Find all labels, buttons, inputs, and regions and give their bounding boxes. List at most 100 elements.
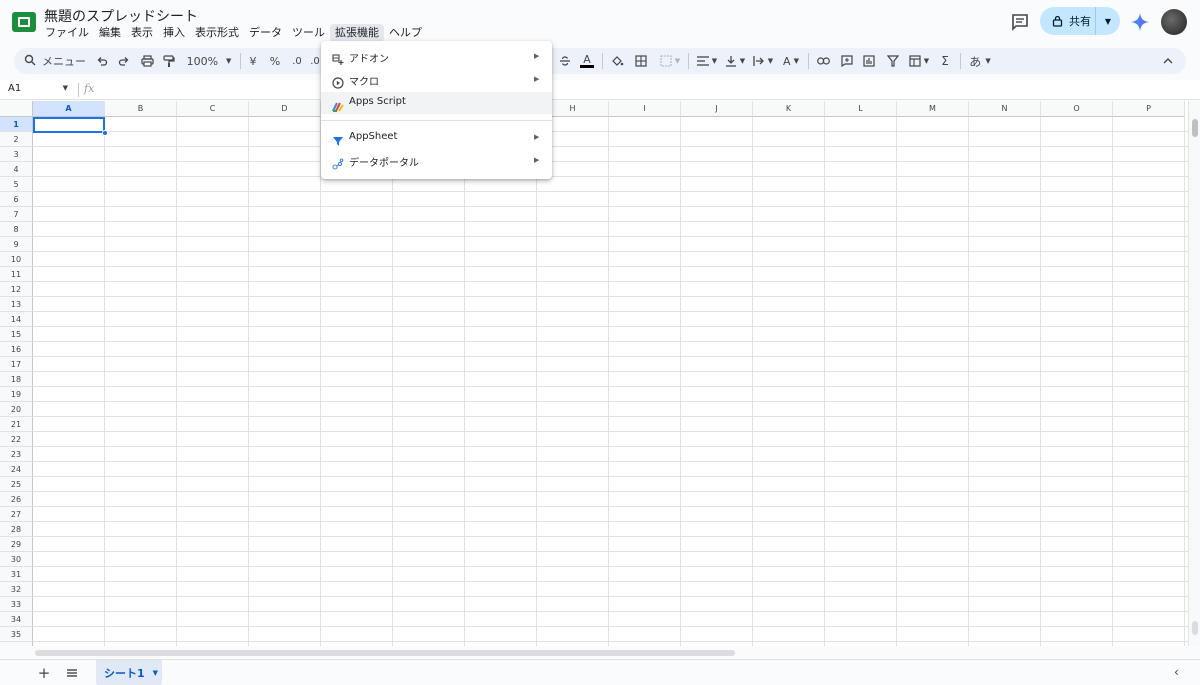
collapse-toolbar-icon[interactable] — [1160, 48, 1176, 74]
insert-link-icon[interactable] — [814, 48, 832, 74]
row-header[interactable]: 12 — [0, 282, 33, 297]
avatar[interactable] — [1161, 9, 1187, 35]
row-header[interactable]: 10 — [0, 252, 33, 267]
sheet-tab-caret-icon[interactable]: ▼ — [153, 669, 158, 677]
menu-extensions[interactable]: 拡張機能 — [330, 24, 384, 42]
row-header[interactable]: 34 — [0, 612, 33, 627]
strikethrough-icon[interactable] — [556, 48, 574, 74]
comment-history-icon[interactable] — [1008, 10, 1032, 34]
row-header[interactable]: 16 — [0, 342, 33, 357]
row-header[interactable]: 32 — [0, 582, 33, 597]
menu-view[interactable]: 表示 — [126, 24, 158, 42]
column-header[interactable]: K — [753, 101, 825, 117]
share-dropdown-icon[interactable]: ▼ — [1096, 17, 1120, 26]
input-tools-button[interactable]: あ ▼ — [966, 48, 994, 74]
sheet-tab[interactable]: シート1 ▼ — [96, 660, 162, 685]
row-header[interactable]: 5 — [0, 177, 33, 192]
search-menus-button[interactable]: メニュー — [20, 48, 90, 74]
filter-icon[interactable] — [884, 48, 902, 74]
gemini-icon[interactable] — [1130, 12, 1150, 32]
row-header[interactable]: 6 — [0, 192, 33, 207]
all-sheets-icon[interactable] — [64, 665, 80, 681]
row-header[interactable]: 7 — [0, 207, 33, 222]
collapse-side-panel-icon[interactable]: ‹ — [1174, 665, 1179, 679]
row-header[interactable]: 33 — [0, 597, 33, 612]
text-color-icon[interactable]: A — [578, 48, 596, 74]
row-header[interactable]: 23 — [0, 447, 33, 462]
vertical-align-icon[interactable]: ▼ — [722, 48, 748, 74]
menu-item-addons[interactable]: アドオン ▶ — [321, 46, 552, 68]
horizontal-align-icon[interactable]: ▼ — [694, 48, 720, 74]
menu-item-macros[interactable]: マクロ ▶ — [321, 69, 552, 91]
column-header[interactable]: A — [33, 101, 105, 117]
row-header[interactable]: 2 — [0, 132, 33, 147]
row-header[interactable]: 1 — [0, 117, 33, 132]
row-header[interactable]: 31 — [0, 567, 33, 582]
sheets-logo-icon[interactable] — [12, 12, 36, 32]
row-header[interactable]: 13 — [0, 297, 33, 312]
column-header[interactable]: N — [969, 101, 1041, 117]
column-header[interactable]: I — [609, 101, 681, 117]
row-header[interactable]: 36 — [0, 642, 33, 646]
row-header[interactable]: 30 — [0, 552, 33, 567]
row-header[interactable]: 35 — [0, 627, 33, 642]
menu-item-data-portal[interactable]: データポータル ▶ — [321, 150, 552, 172]
selected-cell-a1[interactable] — [33, 117, 105, 133]
row-header[interactable]: 4 — [0, 162, 33, 177]
undo-icon[interactable] — [94, 48, 110, 74]
spreadsheet-grid[interactable]: ABCDEFGHIJKLMNOP123456789101112131415161… — [0, 101, 1188, 646]
menu-edit[interactable]: 編集 — [94, 24, 126, 42]
menu-help[interactable]: ヘルプ — [384, 24, 427, 42]
vertical-scroll-thumb[interactable] — [1192, 119, 1198, 137]
redo-icon[interactable] — [116, 48, 132, 74]
column-header[interactable]: J — [681, 101, 753, 117]
merge-cells-icon[interactable]: ▼ — [656, 48, 684, 74]
increase-decimal-button[interactable]: .0 — [310, 48, 320, 74]
fill-color-icon[interactable] — [608, 48, 626, 74]
menu-tools[interactable]: ツール — [287, 24, 330, 42]
name-box[interactable]: A1 ▼ — [8, 83, 72, 97]
column-header[interactable]: P — [1113, 101, 1185, 117]
menu-format[interactable]: 表示形式 — [190, 24, 244, 42]
print-icon[interactable] — [138, 48, 156, 74]
row-header[interactable]: 21 — [0, 417, 33, 432]
menu-item-apps-script[interactable]: Apps Script — [321, 92, 552, 114]
row-header[interactable]: 20 — [0, 402, 33, 417]
select-all-corner[interactable] — [0, 101, 33, 117]
row-header[interactable]: 15 — [0, 327, 33, 342]
cells-area[interactable] — [33, 117, 1188, 646]
row-header[interactable]: 25 — [0, 477, 33, 492]
menu-item-appsheet[interactable]: AppSheet ▶ — [321, 127, 552, 149]
column-header[interactable]: C — [177, 101, 249, 117]
row-header[interactable]: 3 — [0, 147, 33, 162]
horizontal-scroll-thumb[interactable] — [35, 650, 735, 656]
row-header[interactable]: 28 — [0, 522, 33, 537]
row-header[interactable]: 18 — [0, 372, 33, 387]
borders-icon[interactable] — [632, 48, 650, 74]
doc-title[interactable]: 無題のスプレッドシート — [44, 6, 198, 26]
share-button[interactable]: 共有 ▼ — [1040, 7, 1120, 35]
column-header[interactable]: O — [1041, 101, 1113, 117]
insert-chart-icon[interactable] — [860, 48, 878, 74]
functions-button[interactable]: Σ — [936, 48, 954, 74]
zoom-select[interactable]: 100% ▼ — [184, 48, 234, 74]
menu-file[interactable]: ファイル — [40, 24, 94, 42]
row-header[interactable]: 11 — [0, 267, 33, 282]
row-header[interactable]: 14 — [0, 312, 33, 327]
row-header[interactable]: 17 — [0, 357, 33, 372]
column-header[interactable]: D — [249, 101, 321, 117]
column-header[interactable]: L — [825, 101, 897, 117]
insert-comment-icon[interactable] — [838, 48, 856, 74]
percent-format-button[interactable]: % — [266, 48, 284, 74]
row-header[interactable]: 29 — [0, 537, 33, 552]
add-sheet-button[interactable]: + — [36, 664, 52, 682]
row-header[interactable]: 27 — [0, 507, 33, 522]
decrease-decimal-button[interactable]: .0 — [288, 48, 306, 74]
filter-views-icon[interactable]: ▼ — [906, 48, 932, 74]
vertical-scrollbar[interactable] — [1188, 101, 1200, 646]
row-header[interactable]: 9 — [0, 237, 33, 252]
column-header[interactable]: M — [897, 101, 969, 117]
horizontal-scrollbar[interactable] — [33, 648, 1188, 658]
menu-data[interactable]: データ — [244, 24, 287, 42]
row-header[interactable]: 19 — [0, 387, 33, 402]
